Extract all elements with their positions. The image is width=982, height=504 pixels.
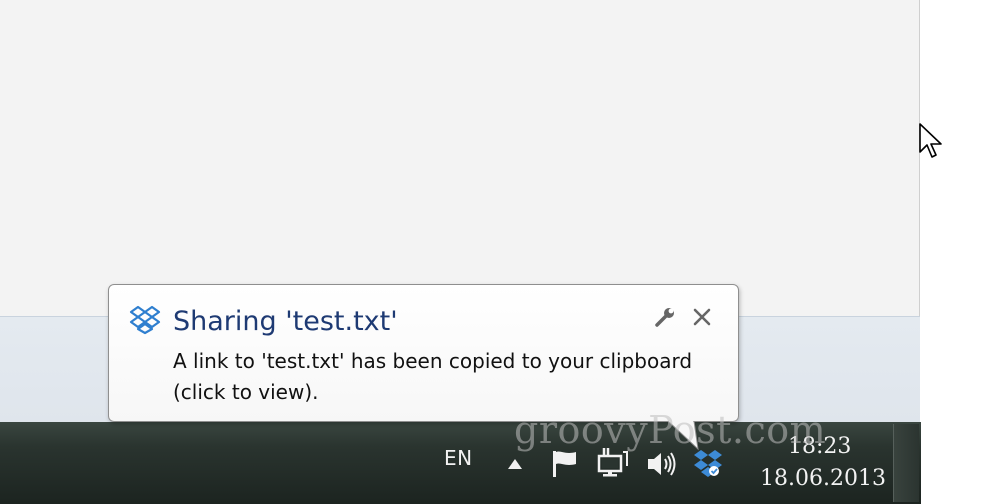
action-center-flag-icon[interactable]: [549, 448, 579, 478]
clock-date[interactable]: 18.06.2013: [760, 466, 886, 491]
show-desktop-button[interactable]: [893, 424, 919, 502]
notification-title: Sharing 'test.txt': [173, 306, 398, 337]
desktop-edge: [921, 0, 982, 504]
network-icon[interactable]: [596, 446, 630, 478]
close-icon[interactable]: [692, 305, 712, 329]
volume-icon[interactable]: [646, 450, 678, 478]
mouse-cursor-icon: [919, 123, 942, 158]
notification-message: A link to 'test.txt' has been copied to …: [173, 349, 693, 404]
dropbox-icon: [129, 305, 161, 335]
dropbox-tray-icon[interactable]: [692, 447, 724, 479]
show-hidden-icons-arrow-icon[interactable]: [507, 458, 523, 470]
clock-time[interactable]: 18:23: [788, 434, 851, 459]
wrench-icon[interactable]: [653, 305, 677, 329]
language-indicator[interactable]: EN: [444, 446, 473, 470]
balloon-tail: [668, 421, 699, 451]
notification-balloon[interactable]: Sharing 'test.txt' A link to 'test.txt' …: [108, 284, 739, 422]
